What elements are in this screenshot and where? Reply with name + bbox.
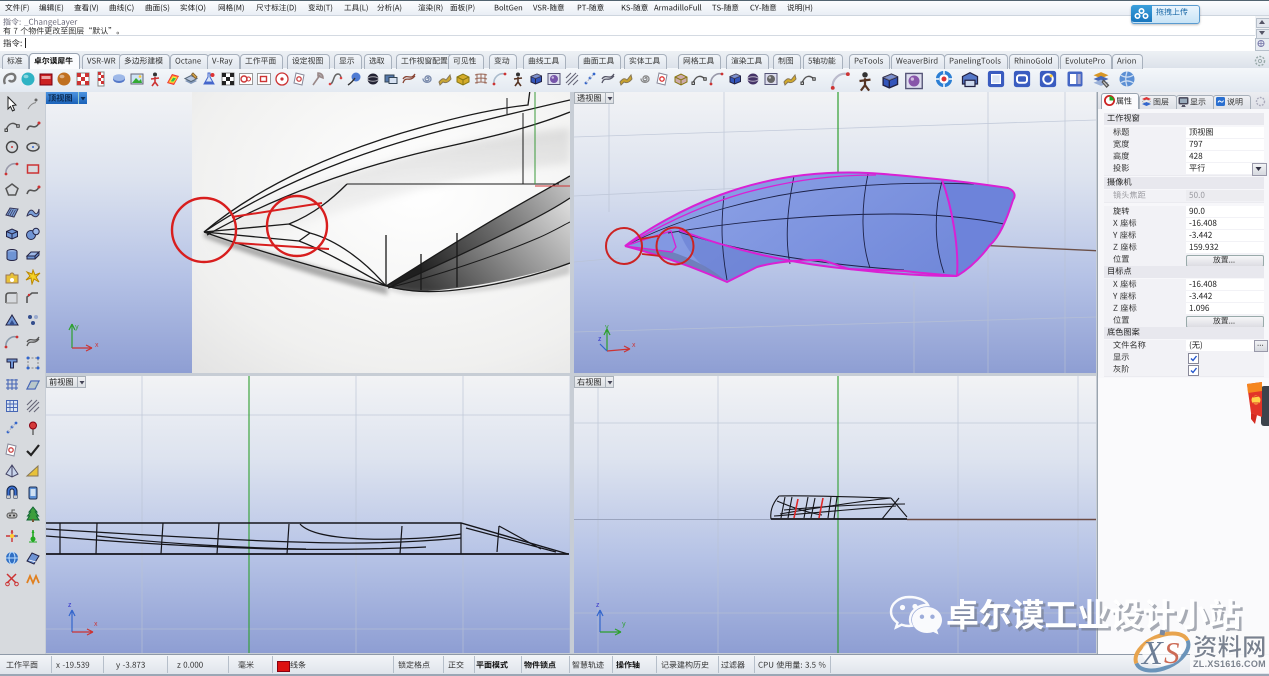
- svg-text:X: X: [1140, 635, 1164, 672]
- svg-text:S: S: [1164, 635, 1180, 670]
